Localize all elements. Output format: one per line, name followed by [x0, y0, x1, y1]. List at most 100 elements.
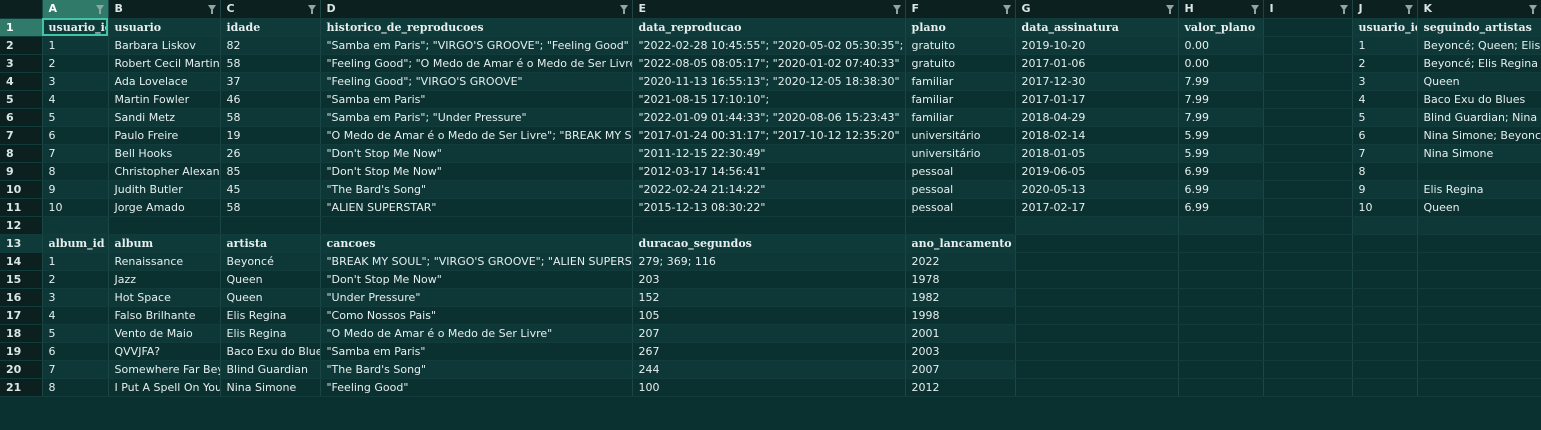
cell-h12[interactable] [1178, 216, 1264, 235]
cell-c19[interactable]: Baco Exu do Blues [220, 342, 321, 361]
cell-d17[interactable]: "Como Nossos Pais" [320, 306, 633, 325]
filter-icon[interactable] [1404, 5, 1413, 14]
cell-d10[interactable]: "The Bard's Song" [320, 180, 633, 199]
filter-icon[interactable] [307, 5, 316, 14]
cell-a6[interactable]: 5 [42, 108, 109, 127]
cell-i8[interactable] [1262, 143, 1353, 163]
cell-h7[interactable]: 5.99 [1178, 126, 1264, 145]
cell-h13[interactable] [1177, 233, 1264, 253]
cell-k17[interactable] [1416, 305, 1541, 325]
cell-f3[interactable]: gratuito [905, 54, 1016, 73]
cell-e15[interactable]: 203 [632, 270, 906, 289]
filter-icon[interactable] [1250, 5, 1259, 14]
filter-icon[interactable] [207, 5, 216, 14]
cell-e13[interactable]: duracao_segundos [632, 234, 906, 253]
cell-f15[interactable]: 1978 [905, 270, 1016, 289]
cell-i20[interactable] [1262, 359, 1353, 379]
cell-f12[interactable] [904, 215, 1016, 235]
cell-d11[interactable]: "ALIEN SUPERSTAR" [320, 198, 633, 217]
cell-g10[interactable]: 2020-05-13 [1015, 180, 1179, 199]
cell-a11[interactable]: 10 [42, 198, 109, 217]
cell-f18[interactable]: 2001 [905, 324, 1016, 343]
cell-a5[interactable]: 4 [42, 90, 109, 109]
cell-j19[interactable] [1351, 341, 1418, 361]
cell-j6[interactable]: 5 [1352, 108, 1418, 127]
cell-i18[interactable] [1262, 323, 1353, 343]
column-header-h[interactable]: H [1178, 0, 1264, 19]
row-header[interactable]: 11 [0, 198, 43, 217]
cell-h4[interactable]: 7.99 [1178, 72, 1264, 91]
cell-d2[interactable]: "Samba em Paris"; "VIRGO'S GROOVE"; "Fee… [320, 36, 633, 55]
row-header[interactable]: 8 [0, 144, 43, 163]
cell-d1[interactable]: historico_de_reproducoes [320, 18, 633, 37]
cell-k20[interactable] [1416, 359, 1541, 379]
filter-icon[interactable] [1528, 5, 1537, 14]
cell-k19[interactable] [1416, 341, 1541, 361]
cell-d16[interactable]: "Under Pressure" [320, 288, 633, 307]
cell-k10[interactable]: Elis Regina [1417, 180, 1541, 199]
cell-b6[interactable]: Sandi Metz [108, 108, 221, 127]
cell-k2[interactable]: Beyoncé; Queen; Elis Re [1417, 36, 1541, 55]
cell-b14[interactable]: Renaissance [108, 252, 221, 271]
cell-a21[interactable]: 8 [42, 378, 109, 397]
cell-d5[interactable]: "Samba em Paris" [320, 90, 633, 109]
cell-g11[interactable]: 2017-02-17 [1015, 198, 1179, 217]
cell-f9[interactable]: pessoal [905, 162, 1016, 181]
cell-h15[interactable] [1177, 269, 1264, 289]
cell-c15[interactable]: Queen [220, 270, 321, 289]
cell-b12[interactable] [107, 215, 221, 235]
cell-i7[interactable] [1262, 125, 1353, 145]
cell-j1[interactable]: usuario_id [1352, 18, 1418, 37]
cell-a19[interactable]: 6 [42, 342, 109, 361]
cell-j17[interactable] [1351, 305, 1418, 325]
cell-i10[interactable] [1262, 179, 1353, 199]
cell-i3[interactable] [1262, 53, 1353, 73]
cell-i12[interactable] [1262, 215, 1353, 235]
cell-d18[interactable]: "O Medo de Amar é o Medo de Ser Livre" [320, 324, 633, 343]
cell-k13[interactable] [1416, 233, 1541, 253]
cell-g6[interactable]: 2018-04-29 [1015, 108, 1179, 127]
cell-e14[interactable]: 279; 369; 116 [632, 252, 906, 271]
cell-c3[interactable]: 58 [220, 54, 321, 73]
cell-k6[interactable]: Blind Guardian; Nina Sim [1417, 108, 1541, 127]
cell-i5[interactable] [1262, 89, 1353, 109]
cell-k1[interactable]: seguindo_artistas [1417, 18, 1541, 37]
cell-j18[interactable] [1351, 323, 1418, 343]
row-header[interactable]: 7 [0, 126, 43, 145]
column-header-a[interactable]: A [42, 0, 109, 19]
cell-h6[interactable]: 7.99 [1178, 108, 1264, 127]
cell-a9[interactable]: 8 [42, 162, 109, 181]
cell-j13[interactable] [1351, 233, 1418, 253]
cell-i14[interactable] [1262, 251, 1353, 271]
cell-c7[interactable]: 19 [220, 126, 321, 145]
cell-j5[interactable]: 4 [1352, 90, 1418, 109]
cell-b18[interactable]: Vento de Maio [108, 324, 221, 343]
cell-f16[interactable]: 1982 [905, 288, 1016, 307]
cell-g1[interactable]: data_assinatura [1015, 18, 1179, 37]
cell-g8[interactable]: 2018-01-05 [1015, 144, 1179, 163]
cell-k15[interactable] [1416, 269, 1541, 289]
cell-g5[interactable]: 2017-01-17 [1015, 90, 1179, 109]
cell-g15[interactable] [1014, 269, 1179, 289]
cell-d3[interactable]: "Feeling Good"; "O Medo de Amar é o Medo… [320, 54, 633, 73]
cell-k11[interactable]: Queen [1417, 198, 1541, 217]
cell-k18[interactable] [1416, 323, 1541, 343]
row-header[interactable]: 4 [0, 72, 43, 91]
cell-j3[interactable]: 2 [1352, 54, 1418, 73]
cell-c5[interactable]: 46 [220, 90, 321, 109]
cell-i2[interactable] [1262, 35, 1353, 55]
cell-g3[interactable]: 2017-01-06 [1015, 54, 1179, 73]
cell-i11[interactable] [1262, 197, 1353, 217]
cell-j9[interactable]: 8 [1352, 162, 1418, 181]
cell-k12[interactable] [1417, 216, 1541, 235]
cell-d8[interactable]: "Don't Stop Me Now" [320, 144, 633, 163]
cell-c20[interactable]: Blind Guardian [220, 360, 321, 379]
cell-a3[interactable]: 2 [42, 54, 109, 73]
cell-d14[interactable]: "BREAK MY SOUL"; "VIRGO'S GROOVE"; "ALIE… [320, 252, 633, 271]
cell-g19[interactable] [1014, 341, 1179, 361]
cell-j10[interactable]: 9 [1352, 180, 1418, 199]
cell-j8[interactable]: 7 [1352, 144, 1418, 163]
column-header-g[interactable]: G [1015, 0, 1179, 19]
cell-d7[interactable]: "O Medo de Amar é o Medo de Ser Livre"; … [320, 126, 633, 145]
cell-d9[interactable]: "Don't Stop Me Now" [320, 162, 633, 181]
